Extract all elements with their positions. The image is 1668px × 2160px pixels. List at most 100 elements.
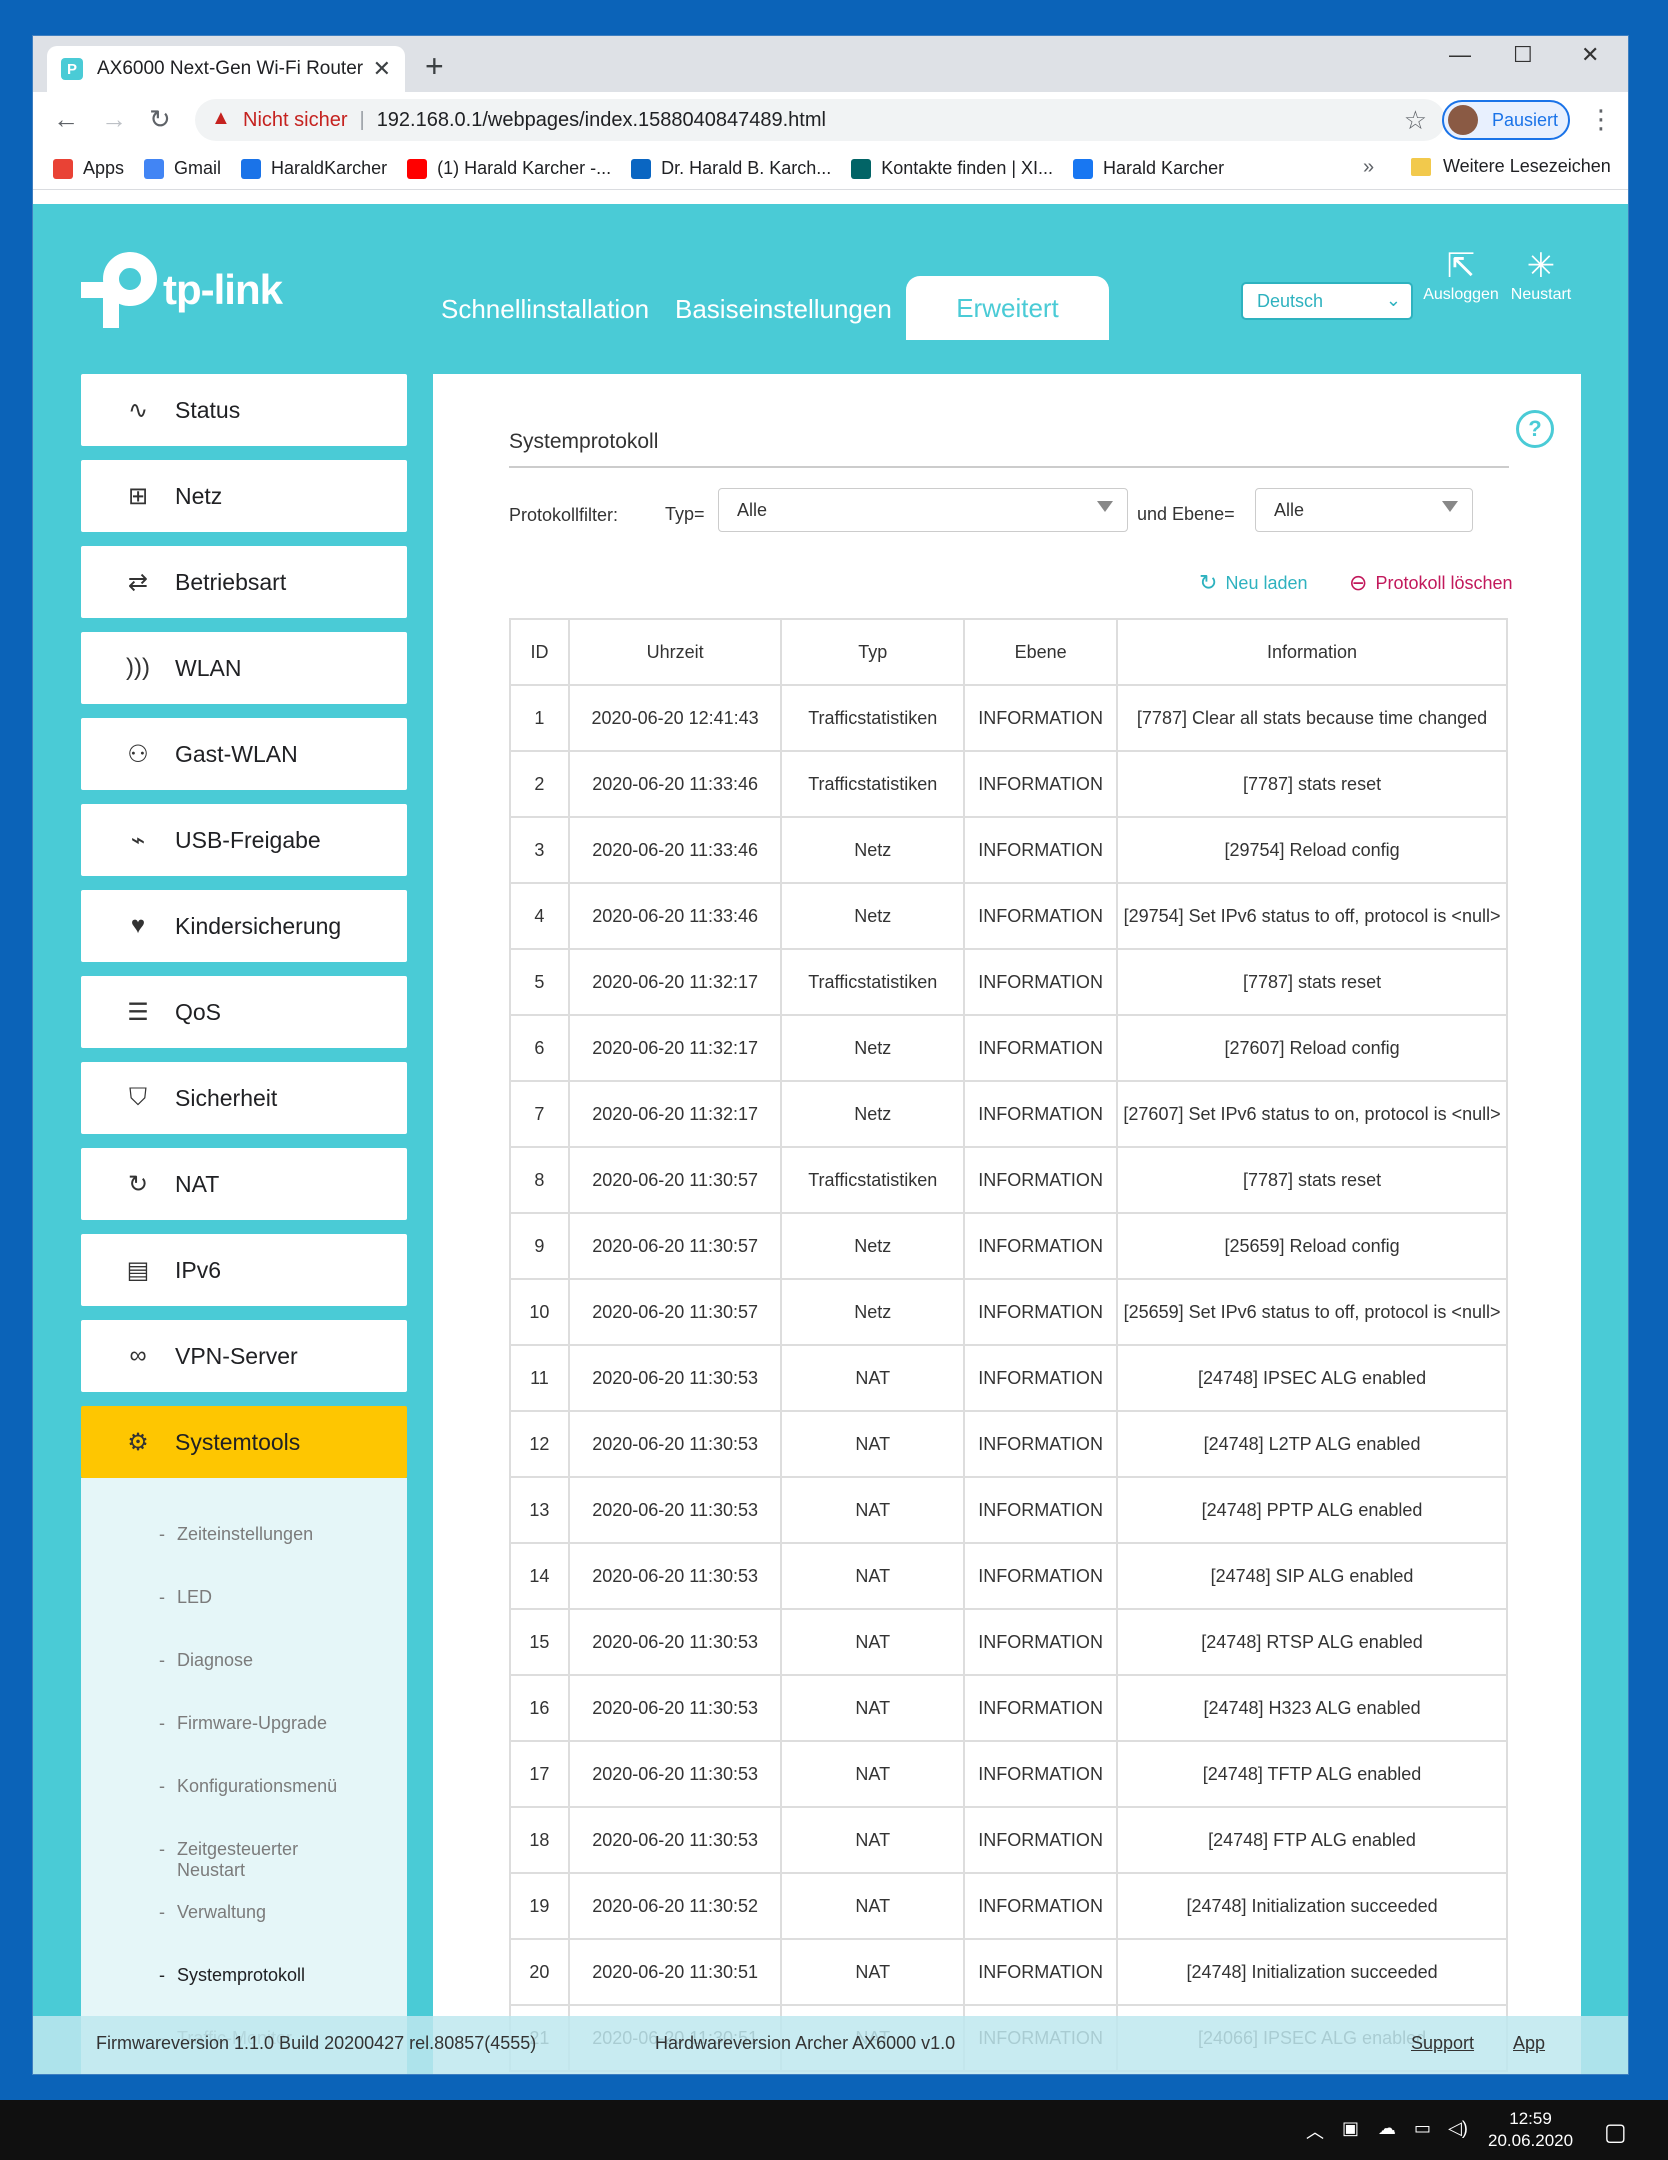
bookmark-item[interactable]: Kontakte finden | XI... [851, 158, 1053, 179]
table-cell: INFORMATION [963, 1278, 1119, 1346]
app-link[interactable]: App [1513, 2033, 1545, 2054]
sidebar-item-qos[interactable]: ☰ QoS [81, 976, 407, 1048]
table-cell: INFORMATION [963, 1806, 1119, 1874]
language-select[interactable]: Deutsch ⌄ [1241, 282, 1413, 320]
table-cell: 2020-06-20 11:33:46 [567, 750, 783, 818]
mode-switch-icon: ⇄ [127, 568, 149, 596]
bookmark-item[interactable]: (1) Harald Karcher -... [407, 158, 611, 179]
table-row: 10 2020-06-20 11:30:57 Netz INFORMATION [256… [509, 1278, 1508, 1346]
firmware-version: Firmwareversion 1.1.0 Build 20200427 rel… [96, 2033, 537, 2053]
nav-advanced[interactable]: Erweitert [906, 276, 1109, 340]
new-tab-button[interactable]: + [425, 48, 444, 85]
sidebar-item-wlan[interactable]: ))) WLAN [81, 632, 407, 704]
forward-arrow-icon[interactable]: → [101, 104, 127, 135]
reboot-button[interactable]: ✳ Neustart [1501, 246, 1581, 304]
table-cell: NAT [780, 1740, 966, 1808]
facebook-icon [1073, 158, 1094, 179]
submenu-item[interactable]: - Konfigurationsmenü [159, 1776, 407, 1839]
submenu-item[interactable]: - Diagnose [159, 1650, 407, 1713]
notification-center-icon[interactable]: ▢ [1604, 2118, 1627, 2147]
bookmark-page-icon [241, 158, 262, 179]
sidebar-item-label: Systemtools [175, 1428, 301, 1455]
table-cell: INFORMATION [963, 816, 1119, 884]
level-filter-select[interactable]: Alle [1255, 488, 1473, 532]
profile-label: Pausiert [1492, 109, 1559, 130]
onedrive-cloud-icon[interactable]: ☁ [1378, 2118, 1396, 2139]
profile-button[interactable]: Pausiert [1442, 100, 1570, 140]
submenu-item[interactable]: - LED [159, 1587, 407, 1650]
tray-app-icon[interactable]: ▣ [1342, 2118, 1359, 2139]
not-secure-label[interactable]: Nicht sicher [243, 109, 347, 132]
reload-icon[interactable]: ↻ [149, 104, 171, 135]
table-cell: Trafficstatistiken [780, 948, 966, 1016]
omnibox-separator: | [359, 108, 365, 131]
support-link[interactable]: Support [1411, 2033, 1474, 2054]
system-clock[interactable]: 12:59 20.06.2020 [1488, 2108, 1573, 2152]
back-arrow-icon[interactable]: ← [53, 104, 79, 135]
submenu-item-label: Diagnose [177, 1650, 254, 1670]
type-filter-select[interactable]: Alle [718, 488, 1128, 532]
submenu-item[interactable]: - Zeiteinstellungen [159, 1524, 407, 1587]
usb-icon: ⌁ [130, 826, 146, 854]
sidebar-item-gast-wlan[interactable]: ⚇ Gast-WLAN [81, 718, 407, 790]
sidebar-item-nat[interactable]: ↻ NAT [81, 1148, 407, 1220]
submenu-item[interactable]: - Verwaltung [159, 1902, 407, 1965]
level-filter-label: und Ebene= [1137, 504, 1235, 524]
table-row: 14 2020-06-20 11:30:53 NAT INFORMATION [2474… [509, 1542, 1508, 1610]
submenu-item-label: Firmware-Upgrade [177, 1713, 328, 1733]
tab-close-icon[interactable]: ✕ [373, 56, 391, 82]
network-icon[interactable]: ▭ [1414, 2118, 1431, 2139]
minimize-button[interactable]: — [1449, 42, 1471, 68]
nav-basic[interactable]: Basiseinstellungen [675, 294, 892, 325]
url-text[interactable]: 192.168.0.1/webpages/index.1588040847489… [377, 109, 826, 132]
tplink-logo: tp-link [81, 252, 283, 328]
bookmark-item[interactable]: Gmail [144, 158, 221, 179]
logout-button[interactable]: ⇱ Ausloggen [1421, 246, 1501, 304]
sidebar-item-label: Kindersicherung [175, 912, 342, 939]
router-page: tp-link Schnellinstallation Basiseinstel… [33, 204, 1628, 2074]
maximize-button[interactable]: ☐ [1513, 42, 1533, 68]
bookmark-item[interactable]: HaraldKarcher [241, 158, 387, 179]
sidebar-item-status[interactable]: ∿ Status [81, 374, 407, 446]
submenu-item[interactable]: - Zeitgesteuerter Neustart [159, 1839, 407, 1902]
page-title: Systemprotokoll [509, 430, 659, 453]
bookmark-star-icon[interactable]: ☆ [1404, 105, 1427, 136]
tray-chevron-up-icon[interactable]: ︿ [1306, 2118, 1324, 2144]
other-bookmarks-folder[interactable]: Weitere Lesezeichen [1411, 156, 1611, 177]
sidebar-item-usb-freigabe[interactable]: ⌁ USB-Freigabe [81, 804, 407, 876]
table-row: 5 2020-06-20 11:32:17 Trafficstatistiken IN… [509, 948, 1508, 1016]
sidebar-item-ipv6[interactable]: ▤ IPv6 [81, 1234, 407, 1306]
address-bar[interactable]: ▲ Nicht sicher | 192.168.0.1/webpages/in… [195, 99, 1445, 141]
sidebar-item-systemtools[interactable]: ⚙ Systemtools [81, 1406, 407, 1478]
submenu-item[interactable]: - Firmware-Upgrade [159, 1713, 407, 1776]
table-cell: 6 [509, 1014, 570, 1082]
bookmark-item[interactable]: Apps [53, 158, 124, 179]
google-icon [144, 158, 165, 179]
browser-tab[interactable]: P AX6000 Next-Gen Wi-Fi Router ✕ [47, 46, 405, 92]
bookmarks-overflow-icon[interactable]: » [1363, 156, 1374, 179]
sidebar-item-vpn-server[interactable]: ∞ VPN-Server [81, 1320, 407, 1392]
table-cell: 2020-06-20 11:30:53 [567, 1608, 783, 1676]
help-icon[interactable]: ? [1516, 410, 1554, 448]
nav-quick-setup[interactable]: Schnellinstallation [441, 294, 649, 325]
reload-log-button[interactable]: ↻ Neu laden [1199, 570, 1308, 596]
tab-strip: P AX6000 Next-Gen Wi-Fi Router ✕ + — ☐ ✕ [33, 36, 1628, 92]
sidebar-item-sicherheit[interactable]: ⛉ Sicherheit [81, 1062, 407, 1134]
table-cell: 2020-06-20 11:30:53 [567, 1344, 783, 1412]
window-close-button[interactable]: ✕ [1581, 42, 1599, 68]
sidebar-item-kindersicherung[interactable]: ♥ Kindersicherung [81, 890, 407, 962]
table-cell: 2020-06-20 11:33:46 [567, 882, 783, 950]
bookmark-item[interactable]: Dr. Harald B. Karch... [631, 158, 831, 179]
clear-log-button[interactable]: ⊖ Protokoll löschen [1349, 570, 1513, 596]
table-cell: 2020-06-20 11:32:17 [567, 1080, 783, 1148]
table-row: 7 2020-06-20 11:32:17 Netz INFORMATION [2760… [509, 1080, 1508, 1148]
sidebar-item-betriebsart[interactable]: ⇄ Betriebsart [81, 546, 407, 618]
browser-menu-icon[interactable]: ⋮ [1588, 104, 1614, 135]
submenu-dash: - [159, 1902, 165, 1922]
bookmark-item[interactable]: Harald Karcher [1073, 158, 1224, 179]
sidebar-item-netz[interactable]: ⊞ Netz [81, 460, 407, 532]
table-cell: INFORMATION [963, 1080, 1119, 1148]
guest-icon: ⚇ [127, 740, 149, 768]
table-cell: NAT [780, 1476, 966, 1544]
volume-icon[interactable]: ◁) [1448, 2118, 1468, 2139]
